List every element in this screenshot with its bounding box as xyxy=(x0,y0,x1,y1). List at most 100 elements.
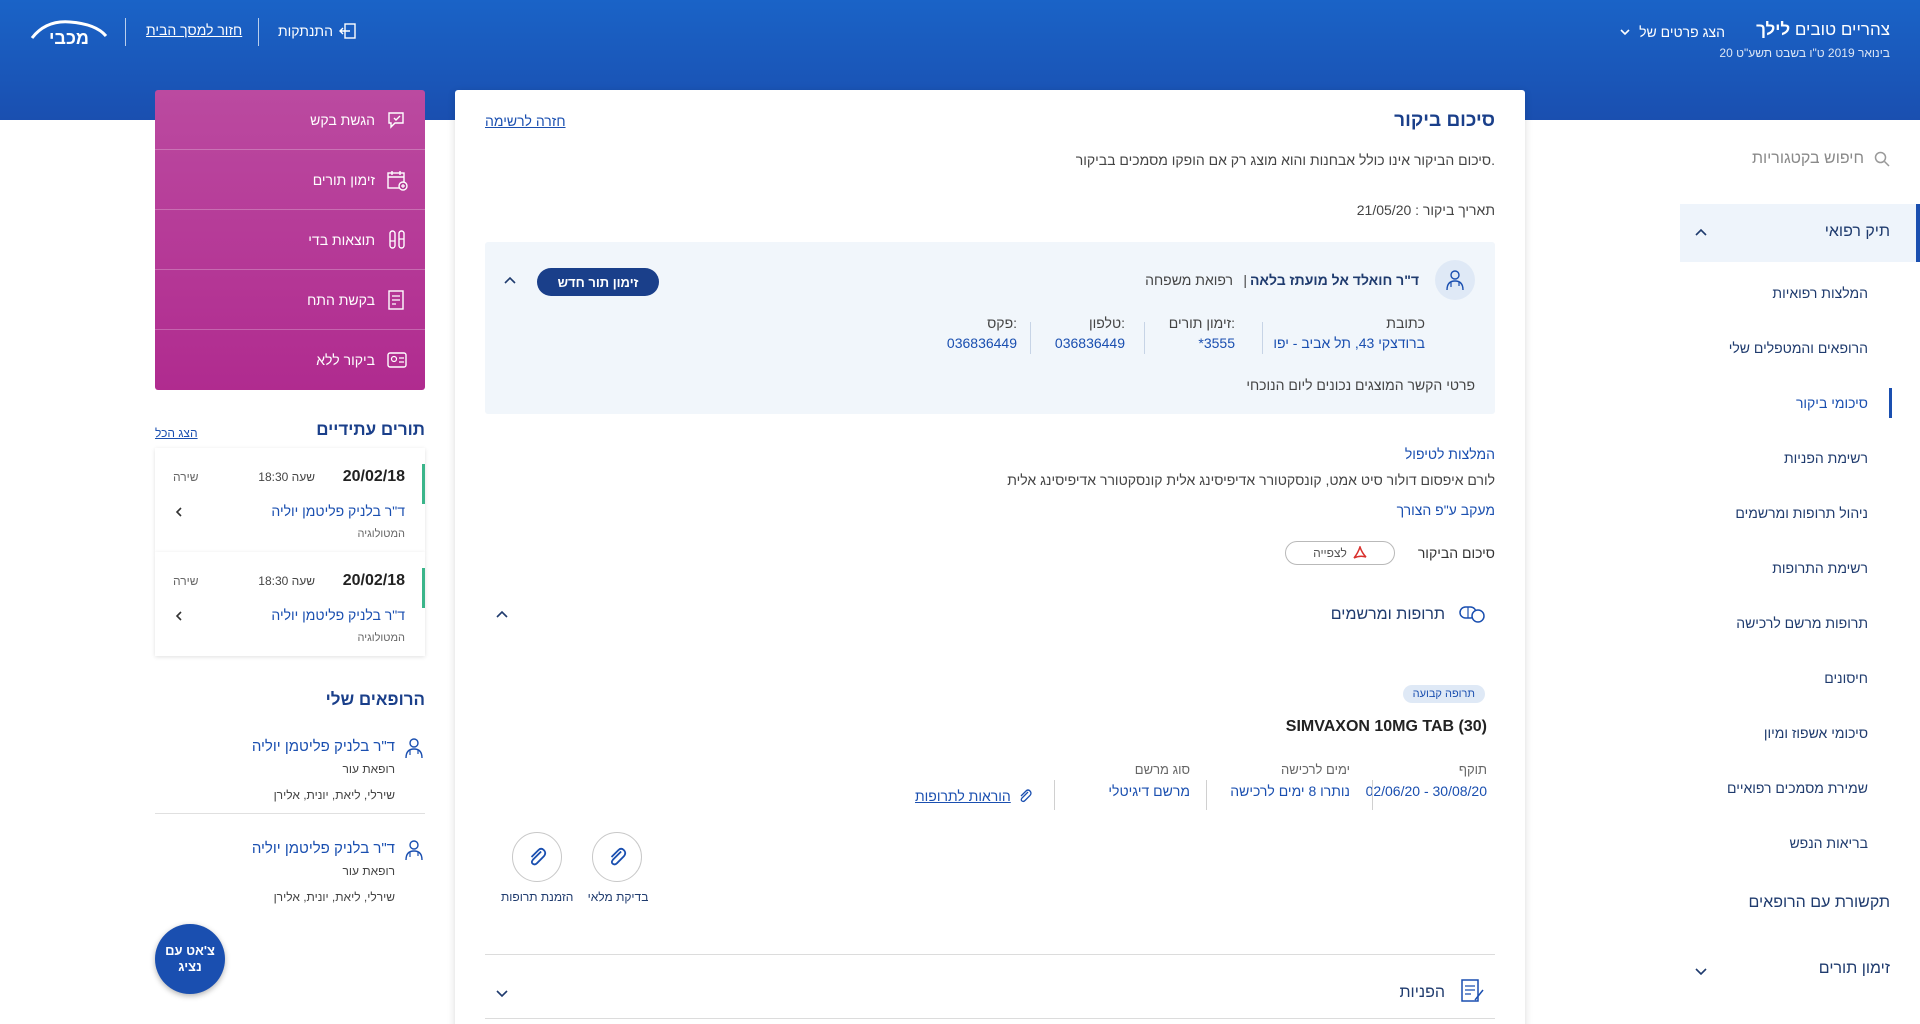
validity-field: תוקף 02/06/20 - 30/08/20 xyxy=(1365,762,1487,799)
chevron-down-icon[interactable] xyxy=(1694,964,1708,978)
referral-doc-icon xyxy=(1461,979,1484,1002)
order-meds-label: הזמנת תרופות xyxy=(501,890,574,904)
info-divider xyxy=(1144,322,1145,354)
back-to-list-link[interactable]: חזרה לרשימה xyxy=(485,113,566,129)
appointment-card[interactable]: 20/02/18 שעה 18:30 שירה ד"ר בלניק פליטמן… xyxy=(155,552,425,656)
nav-item-manage-meds[interactable]: ניהול תרופות ומרשמים xyxy=(1735,505,1868,521)
doctor-icon xyxy=(1446,270,1464,291)
test-tubes-icon xyxy=(389,230,405,249)
visit-date: תאריך ביקור : 21/05/20 xyxy=(1356,202,1495,218)
action-submit-request[interactable]: הגשת בקש xyxy=(155,90,425,150)
my-doctor-item[interactable]: ד"ר בלניק פליטמן יוליה רופאת עור שירלי, … xyxy=(155,732,425,832)
doctor-specialty: רפואת משפחה xyxy=(1145,272,1233,288)
drug-divider xyxy=(1372,780,1373,810)
nav-item-recommendations[interactable]: המלצות רפואיות xyxy=(1772,285,1868,301)
show-details-dropdown[interactable]: הצג פרטים של xyxy=(1619,24,1725,40)
appointment-status-bar xyxy=(422,464,425,504)
check-full-label: בדיקת מלאי xyxy=(587,890,649,904)
chevron-down-icon xyxy=(1620,29,1630,36)
recommendations-text: לורם איפסום דולור סיט אמט, קונסקטורר אדי… xyxy=(1007,472,1495,488)
nav-item-save-documents[interactable]: שמירת מסמכים רפואיים xyxy=(1727,780,1868,796)
action-book-appointment[interactable]: זימון תורים xyxy=(155,150,425,210)
quick-actions-panel: הגשת בקש זימון תורים תוצאות בדי בקשת התח… xyxy=(155,90,425,390)
calendar-plus-icon xyxy=(387,171,408,191)
meds-section-title: תרופות ומרשמים xyxy=(1330,606,1445,623)
doctor-name: ד"ר חואלד אל מועתז בלאה xyxy=(1249,272,1419,288)
nav-appointments[interactable]: זימון תורים xyxy=(1819,960,1890,978)
fax-field: פקס: 036836449 xyxy=(946,315,1017,351)
referrals-section-header[interactable]: הפניות xyxy=(485,968,1495,1018)
nav-item-mental-health[interactable]: בריאות הנפש xyxy=(1789,835,1868,851)
info-divider xyxy=(1262,322,1263,354)
new-appointment-button[interactable]: זימון תור חדש xyxy=(537,268,659,296)
recommendations-title: המלצות לטיפול xyxy=(1404,446,1495,462)
document-form-icon xyxy=(388,290,404,310)
chevron-up-icon[interactable] xyxy=(503,274,517,288)
logout-link[interactable]: התנתקות xyxy=(278,22,357,40)
nav-medical-file[interactable]: תיק רפואי xyxy=(1680,204,1920,262)
order-meds-button[interactable] xyxy=(512,832,562,882)
nav-medical-file-label: תיק רפואי xyxy=(1824,223,1890,240)
chevron-down-icon xyxy=(496,990,508,998)
nav-item-med-list[interactable]: רשימת התרופות xyxy=(1772,560,1868,576)
appointment-status-bar xyxy=(422,568,425,608)
my-doctors-title: הרופאים שלי xyxy=(325,690,425,709)
doctor-icon xyxy=(405,738,423,759)
doctor-icon xyxy=(405,840,423,861)
info-divider xyxy=(1030,322,1031,354)
category-search[interactable]: חיפוש בקטגוריות xyxy=(1752,150,1890,168)
chat-request-icon xyxy=(388,112,404,129)
drug-name: SIMVAXON 10MG TAB (30) xyxy=(1285,718,1487,735)
header-divider xyxy=(125,18,126,46)
nav-contact-doctors[interactable]: תקשורת עם הרופאים xyxy=(1748,894,1890,912)
chat-with-agent-button[interactable]: צ'אט עם נציג xyxy=(155,924,225,994)
maccabi-logo[interactable]: מכבי xyxy=(26,14,112,52)
page-title: סיכום ביקור xyxy=(1394,110,1495,131)
fixed-med-badge: תרופה קבועה xyxy=(1402,685,1485,703)
nav-item-referrals[interactable]: רשימת הפניות xyxy=(1784,450,1868,466)
show-all-link[interactable]: הצג הכל xyxy=(155,426,198,440)
action-commitment-request[interactable]: בקשת התח xyxy=(155,270,425,330)
check-full-button[interactable] xyxy=(592,832,642,882)
appointments-field: זימון תורים: *3555 xyxy=(1168,315,1235,351)
meds-section-header[interactable]: תרופות ומרשמים xyxy=(485,590,1495,640)
section-divider xyxy=(485,1018,1495,1019)
nav-item-hospitalization[interactable]: סיכומי אשפוז ומיון xyxy=(1764,725,1868,741)
med-instructions-link[interactable]: הוראות לתרופות xyxy=(915,788,1033,804)
header-divider xyxy=(258,18,259,46)
section-divider xyxy=(485,954,1495,955)
prescription-type-field: סוג מרשם מרשם דיגיטלי xyxy=(1108,762,1190,799)
nav-item-vaccinations[interactable]: חיסונים xyxy=(1824,670,1868,686)
list-divider xyxy=(155,813,425,814)
visit-summary-card: סיכום ביקור חזרה לרשימה סיכום הביקור אינ… xyxy=(455,90,1525,1024)
visit-summary-label: סיכום הביקור xyxy=(1417,545,1495,561)
logo-text: מכבי xyxy=(49,28,89,48)
nav-item-my-doctors[interactable]: הרופאים והמטפלים שלי xyxy=(1729,340,1868,356)
search-icon xyxy=(1874,151,1890,167)
chevron-up-icon xyxy=(496,610,508,618)
nav-item-prescriptions[interactable]: תרופות מרשם לרכישה xyxy=(1736,615,1868,631)
action-test-results[interactable]: תוצאות בדי xyxy=(155,210,425,270)
address-field: כתובת ברודצקי 43, תל אביב - יפו xyxy=(1273,315,1425,351)
chevron-left-icon xyxy=(175,611,182,621)
chevron-up-icon xyxy=(1695,228,1707,236)
future-appointments-title: תורים עתידיים xyxy=(316,420,425,439)
view-pdf-button[interactable]: לצפייה xyxy=(1285,541,1395,565)
paperclip-icon xyxy=(610,847,627,866)
doctor-info-box: ד"ר חואלד אל מועתז בלאה | רפואת משפחה זי… xyxy=(485,242,1495,414)
pdf-icon xyxy=(1353,546,1367,559)
logout-label: התנתקות xyxy=(278,23,333,39)
pills-icon xyxy=(1459,606,1485,623)
drug-divider xyxy=(1054,780,1055,810)
id-card-icon xyxy=(387,352,407,368)
home-link[interactable]: חזור למסך הבית xyxy=(146,22,242,38)
appointment-card[interactable]: 20/02/18 שעה 18:30 שירה ד"ר בלניק פליטמן… xyxy=(155,448,425,552)
action-visit-without[interactable]: ביקור ללא xyxy=(155,330,425,390)
referrals-section-title: הפניות xyxy=(1399,984,1446,1001)
my-doctor-item[interactable]: ד"ר בלניק פליטמן יוליה רופאת עור שירלי, … xyxy=(155,834,425,934)
doctor-avatar xyxy=(1435,260,1475,300)
nav-item-visit-summaries[interactable]: סיכומי ביקור xyxy=(1796,395,1868,411)
days-to-buy-field: ימים לרכישה נותרו 8 ימים לרכישה xyxy=(1230,762,1350,799)
paperclip-icon xyxy=(530,847,547,866)
nav-selected-indicator xyxy=(1889,388,1892,418)
